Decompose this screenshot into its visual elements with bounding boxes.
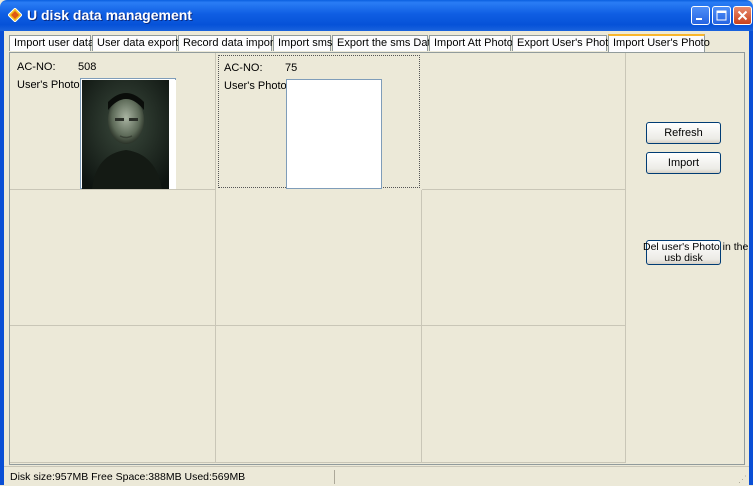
user-photo-frame (286, 79, 382, 189)
close-icon (737, 10, 748, 21)
minimize-icon (696, 18, 702, 20)
photo-cell[interactable] (422, 53, 626, 190)
user-photo-frame (80, 78, 176, 189)
photo-cell[interactable] (10, 326, 216, 463)
tab-import-user-data[interactable]: Import user data (9, 35, 94, 51)
maximize-button[interactable] (712, 6, 731, 25)
main-window: U disk data management Import user data … (0, 0, 753, 486)
title-bar[interactable]: U disk data management (0, 0, 753, 31)
delete-button-line2: usb disk (664, 252, 703, 264)
status-separator (334, 470, 335, 484)
photo-cell[interactable] (216, 190, 422, 326)
photo-cell[interactable]: AC-NO: 75 User's Photo: (218, 55, 420, 189)
diamond-app-icon (8, 8, 22, 22)
users-photo-label: User's Photo: (17, 79, 83, 91)
photo-cell[interactable] (422, 190, 626, 326)
disk-status-text: Disk size:957MB Free Space:388MB Used:56… (10, 471, 246, 483)
refresh-button[interactable]: Refresh (646, 122, 721, 144)
minimize-button[interactable] (691, 6, 710, 25)
resize-grip-icon[interactable]: ⋰ (738, 474, 747, 485)
window-border-left (0, 31, 4, 485)
tab-record-data-import[interactable]: Record data import (178, 35, 277, 51)
delete-usb-photo-button[interactable]: Del user's Photo in the usb disk (643, 240, 748, 265)
photo-cell[interactable] (216, 326, 422, 463)
tab-import-sms[interactable]: Import sms (273, 35, 332, 51)
window-border-right (749, 31, 753, 485)
users-photo-label: User's Photo: (224, 80, 290, 92)
status-bar: Disk size:957MB Free Space:388MB Used:56… (4, 466, 749, 486)
acno-label: AC-NO: (17, 61, 56, 73)
tab-import-att-photo[interactable]: Import Att Photo (429, 35, 513, 51)
tab-export-users-photo[interactable]: Export User's Photo (512, 35, 614, 51)
maximize-icon (716, 10, 727, 21)
import-button[interactable]: Import (646, 152, 721, 174)
user-portrait-image (82, 80, 176, 189)
acno-label: AC-NO: (224, 62, 263, 74)
photo-cell[interactable]: AC-NO: 508 User's Photo: (10, 53, 216, 190)
tab-user-data-export[interactable]: User data export (92, 35, 178, 51)
window-title: U disk data management (27, 7, 192, 23)
acno-value: 508 (78, 61, 97, 73)
tab-export-sms-data[interactable]: Export the sms Data (332, 35, 437, 51)
photo-cell[interactable] (422, 326, 626, 463)
photo-cell[interactable] (10, 190, 216, 326)
acno-value: 75 (285, 62, 298, 74)
close-button[interactable] (733, 6, 752, 25)
tab-import-users-photo[interactable]: Import User's Photo (608, 34, 710, 52)
photo-grid: AC-NO: 508 User's Photo: AC-NO: 75 User'… (10, 53, 626, 463)
